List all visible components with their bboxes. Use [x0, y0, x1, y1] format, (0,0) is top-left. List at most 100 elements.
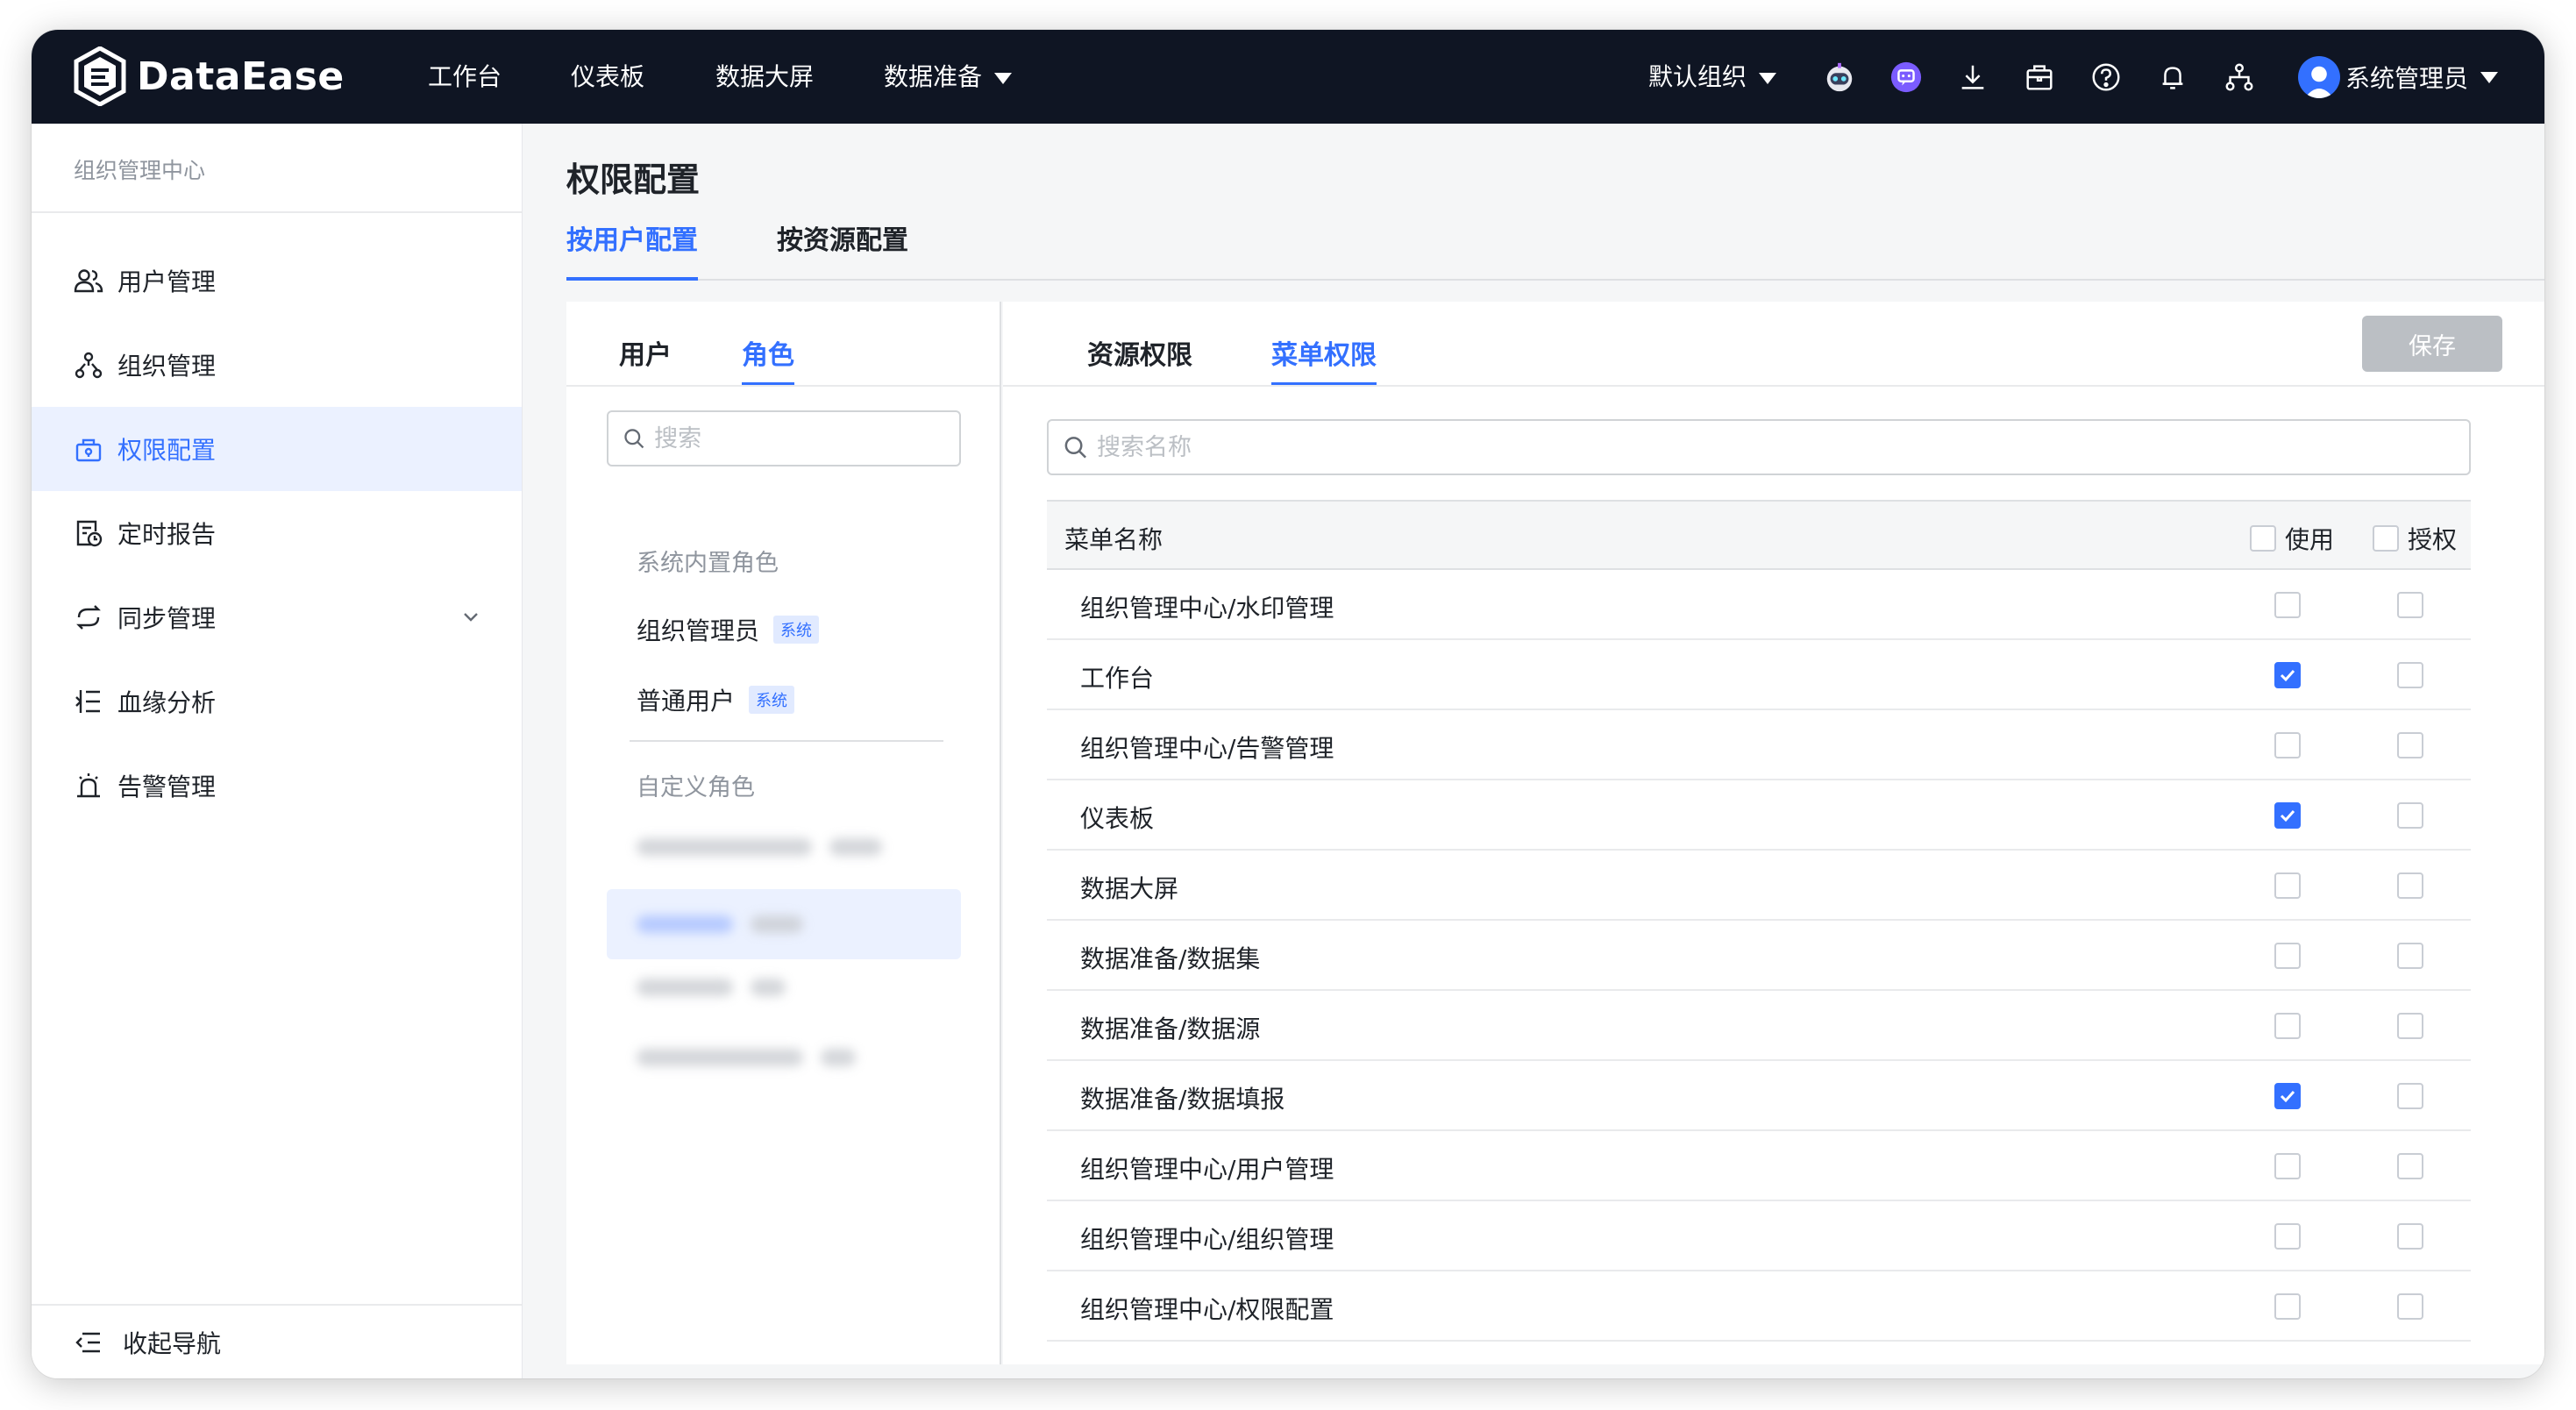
caret-down-icon	[1759, 72, 1777, 84]
sync-icon	[72, 601, 105, 634]
grant-checkbox[interactable]	[2397, 943, 2423, 969]
use-checkbox[interactable]	[2274, 1293, 2301, 1320]
use-checkbox[interactable]	[2274, 732, 2301, 758]
tab-users[interactable]: 用户	[619, 333, 672, 386]
menu-name-cell: 仪表板	[1080, 804, 1155, 833]
sidebar-item-label: 同步管理	[117, 604, 217, 633]
sidebar-item-label: 用户管理	[117, 267, 217, 296]
sidebar-item-sync[interactable]: 同步管理	[32, 575, 522, 659]
briefcase-icon[interactable]	[2018, 56, 2060, 98]
chat-icon[interactable]	[1885, 56, 1927, 98]
save-button[interactable]: 保存	[2362, 316, 2502, 372]
use-checkbox[interactable]	[2274, 592, 2301, 618]
tab-by-resource[interactable]: 按资源配置	[777, 219, 908, 281]
grant-checkbox[interactable]	[2397, 1153, 2423, 1179]
select-all-grant-checkbox[interactable]	[2373, 525, 2399, 552]
custom-role-item-selected[interactable]	[607, 889, 961, 959]
system-badge: 系统	[773, 616, 820, 644]
table-row: 组织管理中心/告警管理	[1047, 710, 2471, 780]
divider	[566, 385, 1000, 387]
use-checkbox[interactable]	[2274, 943, 2301, 969]
table-row: 数据准备/数据集	[1047, 921, 2471, 991]
sidebar-item-permission[interactable]: 权限配置	[32, 407, 522, 491]
grant-checkbox[interactable]	[2397, 1013, 2423, 1039]
tab-menu-permission[interactable]: 菜单权限	[1271, 333, 1377, 386]
custom-role-item[interactable]	[637, 973, 786, 1001]
system-badge: 系统	[749, 686, 795, 714]
grant-checkbox[interactable]	[2397, 1293, 2423, 1320]
collapse-nav-button[interactable]: 收起导航	[32, 1304, 522, 1378]
grant-checkbox[interactable]	[2397, 1223, 2423, 1250]
user-menu[interactable]: 系统管理员	[2298, 53, 2499, 102]
role-list-panel: 用户 角色 系统内置角色 组织管理员 系统 普通用户 系统 自定义角色	[566, 302, 1001, 1364]
role-item-org-admin[interactable]: 组织管理员 系统	[637, 612, 820, 647]
nav-workbench[interactable]: 工作台	[428, 58, 502, 96]
download-icon[interactable]	[1952, 56, 1994, 98]
table-row: 数据准备/数据源	[1047, 991, 2471, 1061]
column-header-grant: 授权	[2373, 521, 2457, 556]
custom-role-item[interactable]	[637, 833, 882, 861]
use-checkbox[interactable]	[2274, 1013, 2301, 1039]
chevron-down-icon	[464, 613, 478, 622]
menu-search-input[interactable]	[1096, 433, 2469, 461]
divider	[1003, 385, 2544, 387]
logo-text: DataEase	[137, 53, 345, 99]
menu-name-cell: 组织管理中心/组织管理	[1080, 1225, 1334, 1254]
use-checkbox[interactable]	[2274, 1223, 2301, 1250]
use-checkbox[interactable]	[2274, 1083, 2301, 1109]
grant-checkbox[interactable]	[2397, 662, 2423, 688]
divider	[32, 211, 522, 213]
user-name: 系统管理员	[2345, 64, 2469, 93]
column-header-menu-name: 菜单名称	[1064, 525, 1163, 554]
bell-icon[interactable]	[2152, 56, 2194, 98]
dataease-logo[interactable]: DataEase	[74, 46, 345, 107]
role-search-input[interactable]	[654, 424, 959, 452]
custom-role-item[interactable]	[637, 1043, 856, 1072]
use-checkbox[interactable]	[2274, 872, 2301, 899]
use-checkbox[interactable]	[2274, 802, 2301, 829]
org-selector[interactable]: 默认组织	[1648, 58, 1777, 96]
column-header-use-label: 使用	[2285, 525, 2335, 554]
caret-down-icon	[2480, 71, 2499, 83]
grant-checkbox[interactable]	[2397, 872, 2423, 899]
use-checkbox[interactable]	[2274, 662, 2301, 688]
robot-icon[interactable]	[1818, 56, 1861, 98]
tab-resource-permission[interactable]: 资源权限	[1087, 333, 1192, 386]
menu-name-cell: 数据准备/数据填报	[1080, 1085, 1285, 1114]
sidebar-item-report[interactable]: 定时报告	[32, 491, 522, 575]
nav-dashboard[interactable]: 仪表板	[571, 58, 644, 96]
sidebar: 组织管理中心 用户管理 组织管理 权限配置 定时报告 同步管理 血缘分析 告警管…	[32, 124, 523, 1378]
sidebar-item-org[interactable]: 组织管理	[32, 323, 522, 407]
sidebar-title: 组织管理中心	[74, 158, 206, 183]
permission-icon	[72, 432, 105, 466]
main-tabs: 按用户配置 按资源配置	[566, 219, 2544, 281]
tab-roles[interactable]: 角色	[742, 333, 794, 386]
grant-checkbox[interactable]	[2397, 1083, 2423, 1109]
select-all-use-checkbox[interactable]	[2250, 525, 2276, 552]
nav-data-screen[interactable]: 数据大屏	[715, 58, 814, 96]
table-row: 工作台	[1047, 640, 2471, 710]
grant-checkbox[interactable]	[2397, 592, 2423, 618]
grant-checkbox[interactable]	[2397, 802, 2423, 829]
help-icon[interactable]	[2085, 56, 2127, 98]
sidebar-item-lineage[interactable]: 血缘分析	[32, 659, 522, 744]
table-row: 组织管理中心/用户管理	[1047, 1131, 2471, 1201]
use-checkbox[interactable]	[2274, 1153, 2301, 1179]
menu-permission-panel: 资源权限 菜单权限 保存 菜单名称 使用 授权 组织管理中心/水印管理工作台组织…	[1003, 302, 2544, 1364]
menu-name-cell: 数据大屏	[1080, 874, 1179, 903]
menu-name-cell: 数据准备/数据集	[1080, 944, 1261, 973]
collapse-icon	[75, 1332, 100, 1352]
org-icon	[72, 348, 105, 381]
role-name: 普通用户	[637, 687, 736, 716]
tab-by-user[interactable]: 按用户配置	[566, 219, 698, 281]
redacted-text	[637, 915, 733, 933]
sidebar-item-label: 告警管理	[117, 773, 217, 801]
sidebar-item-users[interactable]: 用户管理	[32, 239, 522, 323]
org-tree-icon[interactable]	[2218, 56, 2260, 98]
role-item-normal-user[interactable]: 普通用户 系统	[637, 682, 795, 717]
nav-data-prep[interactable]: 数据准备	[884, 58, 1013, 96]
sidebar-item-alarm[interactable]: 告警管理	[32, 744, 522, 828]
menu-search	[1047, 419, 2471, 475]
grant-checkbox[interactable]	[2397, 732, 2423, 758]
sidebar-item-label: 定时报告	[117, 520, 217, 549]
